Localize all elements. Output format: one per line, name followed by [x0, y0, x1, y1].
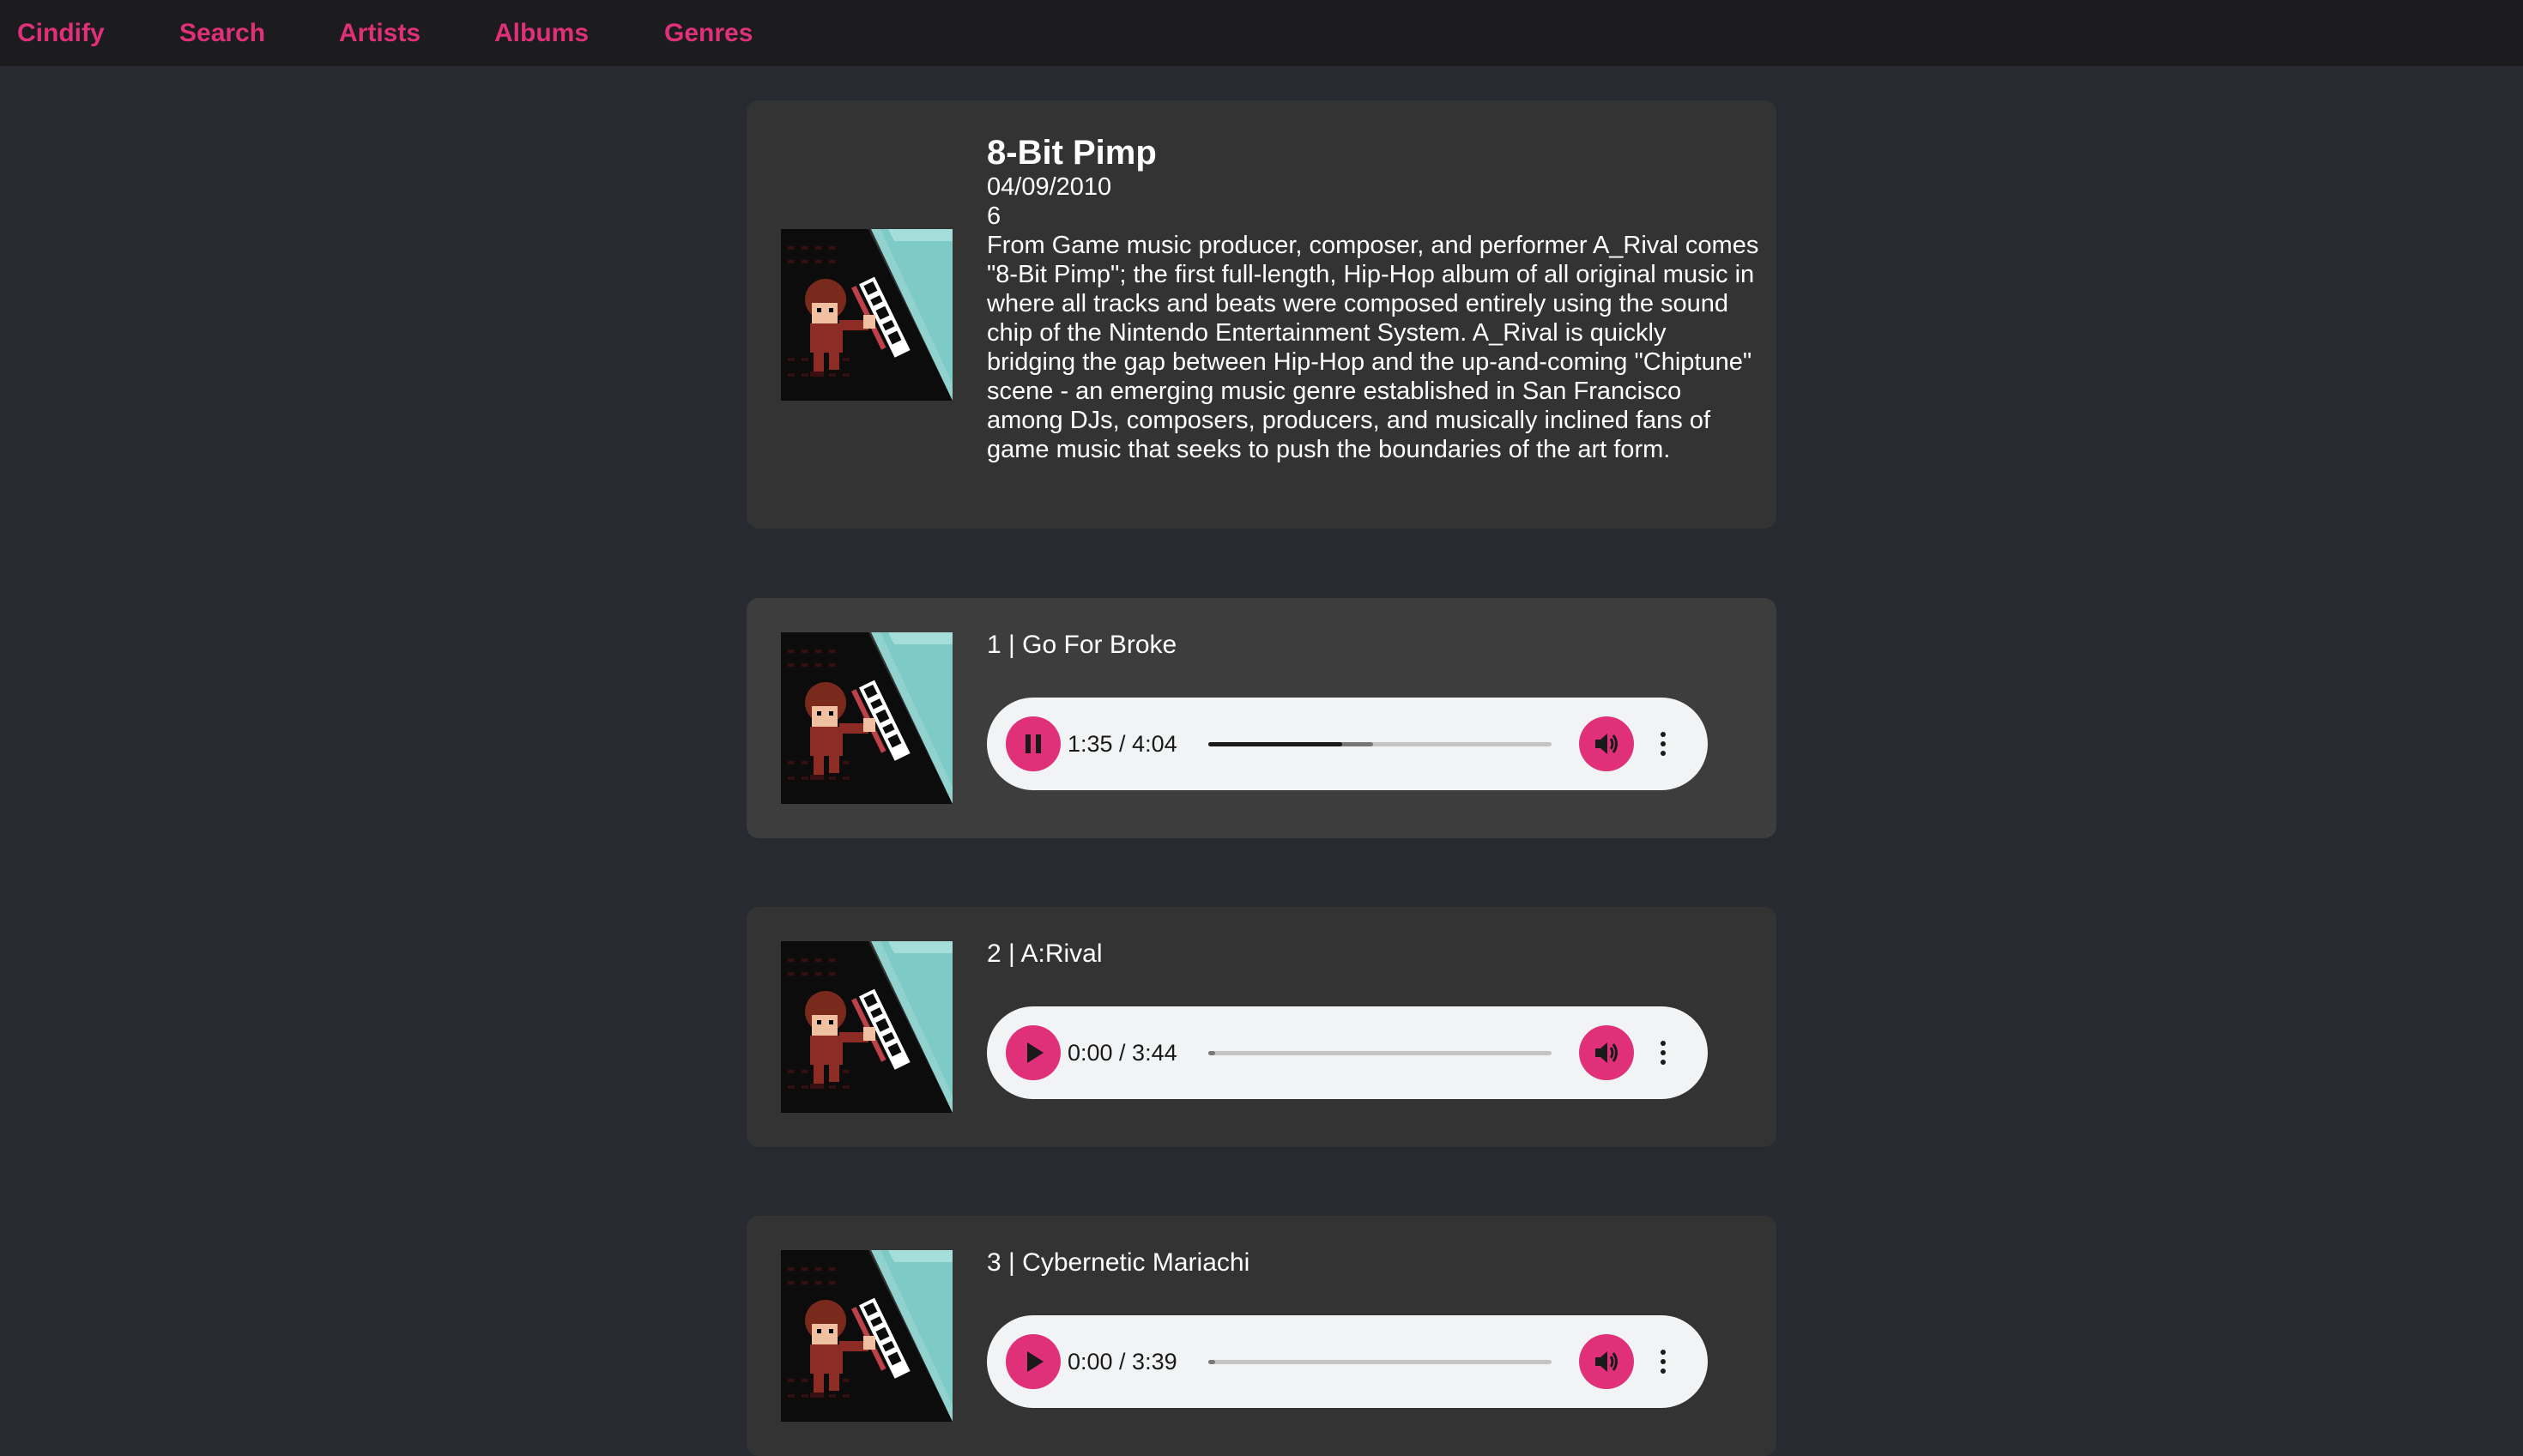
top-nav: Cindify Search Artists Albums Genres	[0, 0, 2523, 66]
play-button[interactable]	[1006, 1334, 1061, 1389]
seek-bar-buffered	[1208, 1360, 1215, 1364]
volume-icon	[1595, 734, 1618, 754]
album-title: 8-Bit Pimp	[987, 134, 1157, 172]
seek-bar[interactable]	[1208, 1051, 1552, 1055]
track-cover-image	[781, 941, 953, 1113]
more-options-button[interactable]	[1653, 727, 1673, 761]
track-title: 3 | Cybernetic Mariachi	[987, 1248, 1250, 1277]
album-cover-image	[781, 229, 953, 401]
pause-button[interactable]	[1006, 716, 1061, 771]
album-header-card: 8-Bit Pimp 04/09/2010 6 From Game music …	[747, 100, 1776, 529]
seek-bar-buffered	[1208, 1051, 1215, 1055]
audio-player: 0:00 / 3:39	[987, 1315, 1708, 1408]
nav-albums-link[interactable]: Albums	[494, 0, 589, 66]
track-card: 1 | Go For Broke 1:35 / 4:04	[747, 598, 1776, 838]
seek-bar-progress	[1208, 742, 1342, 746]
play-button[interactable]	[1006, 1025, 1061, 1080]
volume-button[interactable]	[1579, 1334, 1634, 1389]
nav-artists-link[interactable]: Artists	[339, 0, 420, 66]
track-title: 2 | A:Rival	[987, 939, 1103, 968]
track-card: 3 | Cybernetic Mariachi 0:00 / 3:39	[747, 1216, 1776, 1456]
more-options-button[interactable]	[1653, 1344, 1673, 1379]
more-options-button[interactable]	[1653, 1036, 1673, 1070]
track-card: 2 | A:Rival 0:00 / 3:44	[747, 907, 1776, 1147]
track-cover-image	[781, 1250, 953, 1422]
time-display: 0:00 / 3:39	[1068, 1349, 1177, 1374]
time-display: 0:00 / 3:44	[1068, 1040, 1177, 1066]
nav-genres-link[interactable]: Genres	[664, 0, 753, 66]
track-cover-image	[781, 632, 953, 804]
album-release-date: 04/09/2010	[987, 173, 1112, 201]
volume-icon	[1595, 1351, 1618, 1372]
play-icon	[1027, 1042, 1044, 1063]
album-description: From Game music producer, composer, and …	[987, 232, 1759, 463]
play-icon	[1027, 1351, 1044, 1372]
album-track-count: 6	[987, 202, 1001, 230]
nav-search-link[interactable]: Search	[179, 0, 265, 66]
more-vertical-icon	[1661, 732, 1666, 737]
track-title: 1 | Go For Broke	[987, 631, 1177, 659]
more-vertical-icon	[1661, 1041, 1666, 1046]
more-vertical-icon	[1661, 1350, 1666, 1355]
seek-bar[interactable]	[1208, 1360, 1552, 1364]
volume-icon	[1595, 1042, 1618, 1063]
volume-button[interactable]	[1579, 716, 1634, 771]
audio-player: 1:35 / 4:04	[987, 698, 1708, 790]
nav-brand-link[interactable]: Cindify	[17, 0, 105, 66]
volume-button[interactable]	[1579, 1025, 1634, 1080]
pause-icon	[1026, 734, 1041, 753]
audio-player: 0:00 / 3:44	[987, 1006, 1708, 1099]
seek-bar[interactable]	[1208, 742, 1552, 746]
time-display: 1:35 / 4:04	[1068, 731, 1177, 757]
